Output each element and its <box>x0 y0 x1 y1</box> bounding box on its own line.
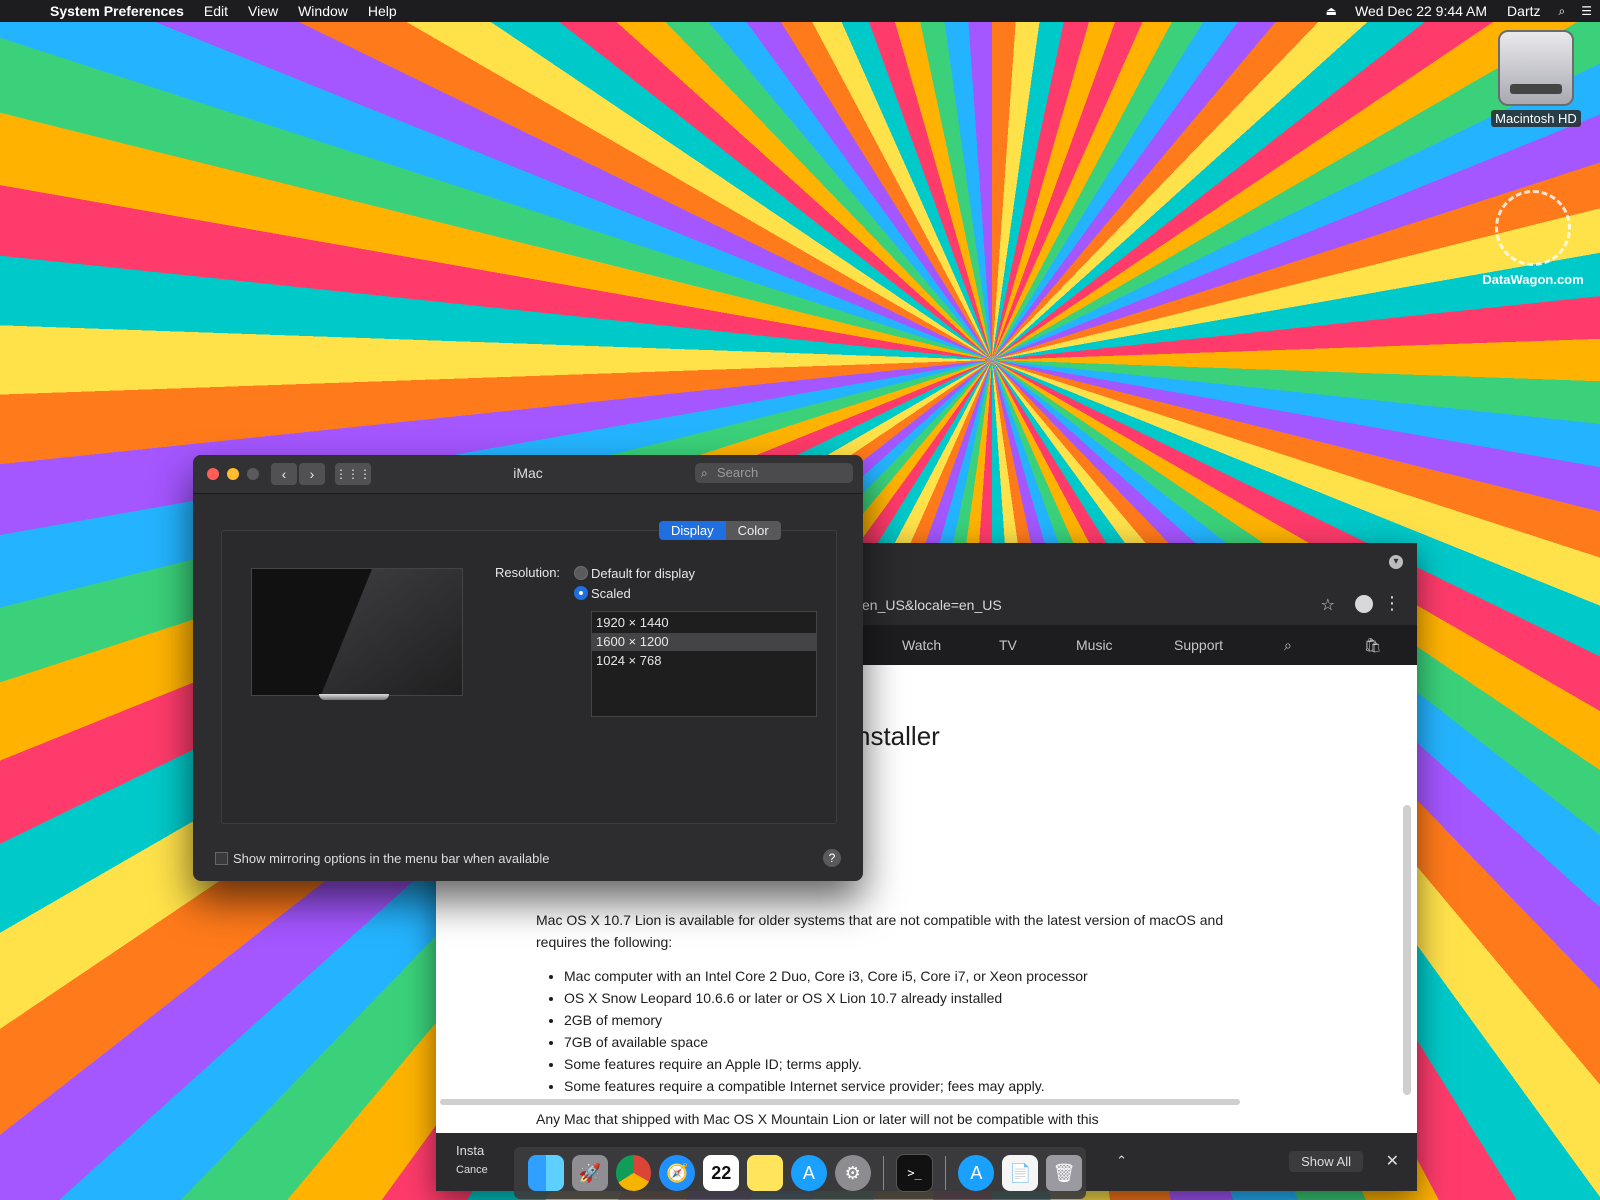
mirroring-label[interactable]: Show mirroring options in the menu bar w… <box>233 851 550 866</box>
more-menu-icon[interactable]: ⋮ <box>1383 593 1401 614</box>
tab-display[interactable]: Display <box>659 521 726 540</box>
menu-bar: System Preferences Edit View Window Help… <box>0 0 1600 22</box>
watermark-label: DataWagon.com <box>1482 272 1584 287</box>
browser-tab-close-icon[interactable]: ▾ <box>1389 555 1403 569</box>
radio-default-for-display[interactable] <box>574 566 588 580</box>
show-all-button[interactable]: Show All <box>1289 1151 1363 1172</box>
resolution-label: Resolution: <box>495 565 561 580</box>
close-window-button[interactable] <box>207 468 219 480</box>
help-button[interactable]: ? <box>823 849 841 867</box>
radio-scaled[interactable] <box>574 586 588 600</box>
desktop-icon-macintosh-hd[interactable]: Macintosh HD <box>1488 30 1584 127</box>
download-item[interactable]: Insta Cance <box>456 1143 488 1176</box>
radio-scaled-label[interactable]: Scaled <box>591 586 631 601</box>
prefs-titlebar: ‹ › ⋮⋮⋮ iMac Search <box>193 455 863 494</box>
downloads-close-icon[interactable]: ✕ <box>1386 1151 1399 1171</box>
dock-calendar-icon[interactable]: 22 <box>703 1155 740 1191</box>
show-all-grid-icon[interactable]: ⋮⋮⋮ <box>335 463 371 485</box>
dock-app-store-icon[interactable]: A <box>790 1155 827 1191</box>
list-item: Mac computer with an Intel Core 2 Duo, C… <box>564 965 1264 987</box>
dock-finder-icon[interactable] <box>528 1155 564 1191</box>
dock-separator <box>945 1156 947 1190</box>
snowflake-logo-icon <box>1495 190 1571 266</box>
back-button[interactable]: ‹ <box>271 463 297 485</box>
dock-chrome-icon[interactable] <box>615 1155 652 1191</box>
menu-datetime[interactable]: Wed Dec 22 9:44 AM <box>1345 0 1497 22</box>
control-center-icon[interactable]: ☰ <box>1573 4 1600 18</box>
page-heading: nstaller <box>856 721 940 751</box>
address-url[interactable]: en_US&locale=en_US <box>862 597 1002 613</box>
display-color-tabs: Display Color <box>659 521 781 540</box>
download-name: Insta <box>456 1143 485 1158</box>
nav-music[interactable]: Music <box>1076 637 1113 653</box>
download-chevron-up-icon[interactable]: ⌃ <box>1116 1153 1127 1169</box>
dock-system-preferences-icon[interactable]: ⚙ <box>834 1155 871 1191</box>
horizontal-scrollbar[interactable] <box>440 1099 1240 1105</box>
nav-watch[interactable]: Watch <box>902 637 941 653</box>
display-preferences-window: ‹ › ⋮⋮⋮ iMac Search Display Color Resolu… <box>193 455 863 881</box>
dock-trash-icon[interactable]: 🗑 <box>1046 1155 1082 1191</box>
hard-disk-icon <box>1498 30 1574 106</box>
desktop-watermark: DataWagon.com <box>1478 190 1588 287</box>
minimize-window-button[interactable] <box>227 468 239 480</box>
download-status[interactable]: Cance <box>456 1164 488 1176</box>
resolution-option-1024x768[interactable]: 1024 × 768 <box>592 652 816 670</box>
zoom-window-button[interactable] <box>247 468 259 480</box>
vertical-scrollbar[interactable] <box>1403 805 1411 1095</box>
profile-icon[interactable] <box>1355 595 1373 613</box>
display-stand <box>319 694 389 700</box>
resolution-list: 1920 × 1440 1600 × 1200 1024 × 768 <box>591 611 817 717</box>
menu-user[interactable]: Dartz <box>1497 0 1550 22</box>
list-item: Some features require a compatible Inter… <box>564 1075 1264 1097</box>
list-item: OS X Snow Leopard 10.6.6 or later or OS … <box>564 987 1264 1009</box>
resolution-option-1920x1440[interactable]: 1920 × 1440 <box>592 614 816 632</box>
menu-edit[interactable]: Edit <box>194 0 238 22</box>
list-item: 7GB of available space <box>564 1031 1264 1053</box>
mirroring-checkbox[interactable] <box>215 852 228 865</box>
dock: 🚀 🧭 22 A ⚙ >_ A 📄 🗑 <box>514 1147 1086 1199</box>
spotlight-search-icon[interactable]: ⌕ <box>1551 4 1574 19</box>
shopping-bag-icon[interactable]: 🛍 <box>1364 637 1382 654</box>
list-item: 2GB of memory <box>564 1009 1264 1031</box>
site-search-icon[interactable]: ⌕ <box>1284 637 1292 654</box>
resolution-option-1600x1200[interactable]: 1600 × 1200 <box>592 633 816 651</box>
desktop-icon-label: Macintosh HD <box>1491 110 1581 127</box>
display-preview-icon <box>251 568 463 696</box>
bookmark-star-icon[interactable]: ☆ <box>1321 595 1335 615</box>
page-paragraph: Mac OS X 10.7 Lion is available for olde… <box>536 912 1224 950</box>
menu-view[interactable]: View <box>238 0 288 22</box>
page-trailing-text: Any Mac that shipped with Mac OS X Mount… <box>536 1111 1099 1127</box>
requirements-list: Mac computer with an Intel Core 2 Duo, C… <box>536 965 1264 1097</box>
tab-color[interactable]: Color <box>725 521 781 540</box>
radio-default-label[interactable]: Default for display <box>591 566 695 581</box>
dock-launchpad-icon[interactable]: 🚀 <box>571 1155 608 1191</box>
menu-help[interactable]: Help <box>358 0 407 22</box>
prefs-search-input[interactable]: Search <box>695 463 853 483</box>
menu-window[interactable]: Window <box>288 0 358 22</box>
menu-app-name[interactable]: System Preferences <box>40 0 194 22</box>
dock-notes-icon[interactable] <box>747 1155 783 1191</box>
dock-separator <box>882 1156 884 1190</box>
dock-document-icon[interactable]: 📄 <box>1002 1155 1039 1191</box>
menu-status-area: ⏏ Wed Dec 22 9:44 AM Dartz ⌕ ☰ <box>1318 0 1600 22</box>
dock-safari-icon[interactable]: 🧭 <box>659 1155 696 1191</box>
dock-downloads-app-store-icon[interactable]: A <box>958 1155 995 1191</box>
nav-tv[interactable]: TV <box>999 637 1017 653</box>
dock-terminal-icon[interactable]: >_ <box>895 1154 934 1192</box>
forward-button[interactable]: › <box>299 463 325 485</box>
nav-support[interactable]: Support <box>1174 637 1223 653</box>
eject-icon[interactable]: ⏏ <box>1318 4 1345 18</box>
list-item: Some features require an Apple ID; terms… <box>564 1053 1264 1075</box>
